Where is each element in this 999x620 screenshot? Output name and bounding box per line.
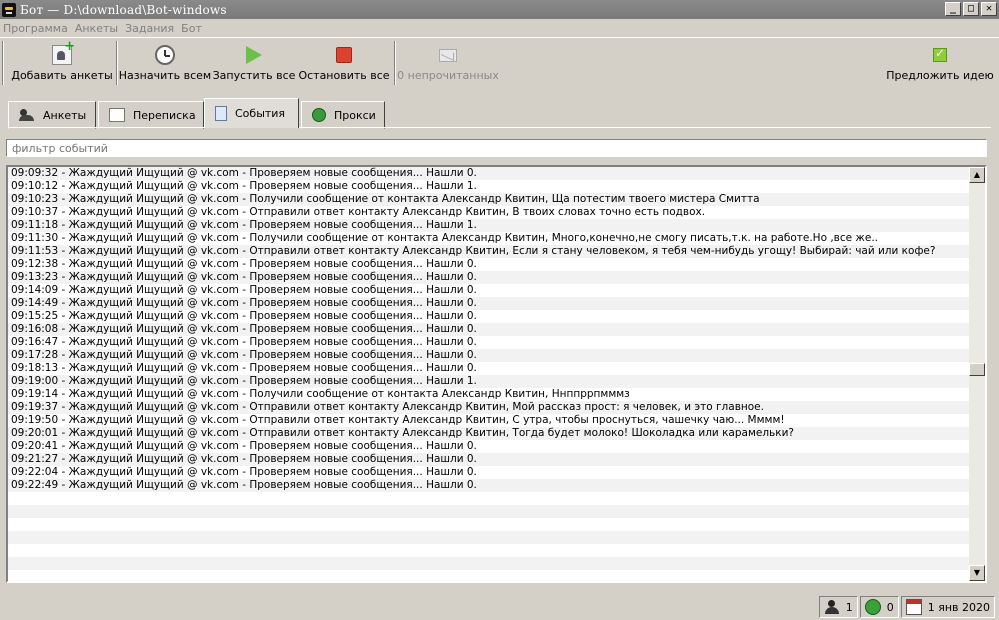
toolbar-separator: [116, 41, 118, 85]
log-row[interactable]: 09:22:49 - Жаждущий Ищущий @ vk.com - Пр…: [8, 479, 969, 492]
events-icon: [215, 106, 227, 121]
tab-profiles[interactable]: Анкеты: [8, 101, 96, 129]
tab-events-label: События: [235, 107, 286, 120]
log-row[interactable]: 09:21:27 - Жаждущий Ищущий @ vk.com - Пр…: [8, 453, 969, 466]
log-row[interactable]: 09:09:32 - Жаждущий Ищущий @ vk.com - Пр…: [8, 167, 969, 180]
log-row[interactable]: 09:14:09 - Жаждущий Ищущий @ vk.com - Пр…: [8, 284, 969, 297]
empty-log-row[interactable]: [8, 557, 969, 570]
empty-log-row[interactable]: [8, 505, 969, 518]
log-row[interactable]: 09:16:47 - Жаждущий Ищущий @ vk.com - Пр…: [8, 336, 969, 349]
calendar-icon: [905, 599, 922, 615]
tab-proxy-label: Прокси: [334, 108, 376, 122]
tab-profiles-label: Анкеты: [43, 108, 87, 122]
assign-all-button[interactable]: Назначить всем: [118, 42, 212, 84]
log-row[interactable]: 09:11:30 - Жаждущий Ищущий @ vk.com - По…: [8, 232, 969, 245]
empty-log-row[interactable]: [8, 518, 969, 531]
log-row[interactable]: 09:15:25 - Жаждущий Ищущий @ vk.com - Пр…: [8, 310, 969, 323]
app-icon: [2, 2, 16, 17]
add-profiles-label: Добавить анкеты: [11, 69, 113, 82]
log-row[interactable]: 09:10:23 - Жаждущий Ищущий @ vk.com - По…: [8, 193, 969, 206]
window-controls: _ □ ✕: [945, 2, 997, 16]
menu-program[interactable]: Программа: [2, 22, 73, 35]
status-proxy: 0: [859, 596, 899, 618]
assign-all-label: Назначить всем: [118, 69, 212, 82]
empty-log-row[interactable]: [8, 544, 969, 557]
suggest-idea-label: Предложить идею: [886, 69, 994, 82]
play-icon: [246, 46, 262, 64]
log-row[interactable]: 09:17:28 - Жаждущий Ищущий @ vk.com - Пр…: [8, 349, 969, 362]
chat-icon: [109, 108, 125, 122]
menu-bot[interactable]: Бот: [180, 22, 207, 35]
status-date: 1 янв 2020: [900, 596, 995, 618]
close-button[interactable]: ✕: [981, 2, 997, 16]
proxy-icon: [312, 108, 326, 122]
status-bar: 1 0 1 янв 2020: [818, 596, 995, 618]
scroll-up-button[interactable]: ▲: [969, 167, 985, 183]
event-filter-input[interactable]: [6, 139, 987, 157]
tab-events[interactable]: События: [204, 98, 299, 128]
tab-divider: [8, 127, 991, 128]
log-row[interactable]: 09:16:08 - Жаждущий Ищущий @ vk.com - Пр…: [8, 323, 969, 336]
menu-bar: Программа Анкеты Задания Бот: [0, 19, 999, 37]
clock-icon: [155, 45, 175, 65]
log-row[interactable]: 09:12:38 - Жаждущий Ищущий @ vk.com - Пр…: [8, 258, 969, 271]
empty-log-row[interactable]: [8, 570, 969, 581]
proxy-count: 0: [886, 600, 894, 614]
log-row[interactable]: 09:18:13 - Жаждущий Ищущий @ vk.com - Пр…: [8, 362, 969, 375]
checkmark-icon: [933, 46, 947, 62]
users-count: 1: [845, 600, 853, 614]
toolbar-separator: [2, 41, 4, 85]
start-all-button[interactable]: Запустить все: [212, 42, 296, 84]
empty-log-row[interactable]: [8, 531, 969, 544]
tab-proxy[interactable]: Прокси: [301, 101, 385, 129]
menu-tasks[interactable]: Задания: [124, 22, 179, 35]
maximize-button[interactable]: □: [963, 2, 979, 16]
scroll-down-button[interactable]: ▼: [969, 565, 985, 581]
status-users: 1: [818, 596, 858, 618]
log-row[interactable]: 09:11:53 - Жаждущий Ищущий @ vk.com - От…: [8, 245, 969, 258]
log-row[interactable]: 09:19:37 - Жаждущий Ищущий @ vk.com - От…: [8, 401, 969, 414]
add-profiles-button[interactable]: Добавить анкеты: [11, 39, 113, 84]
menu-profiles[interactable]: Анкеты: [74, 22, 123, 35]
toolbar: Добавить анкеты Назначить всем Запустить…: [0, 37, 999, 87]
tab-chat-label: Переписка: [133, 108, 196, 122]
unread-label: 0 непрочитанных: [397, 69, 499, 82]
event-log: 09:09:32 - Жаждущий Ищущий @ vk.com - Пр…: [6, 165, 987, 583]
empty-log-row[interactable]: [8, 492, 969, 505]
log-row[interactable]: 09:13:23 - Жаждущий Ищущий @ vk.com - Пр…: [8, 271, 969, 284]
event-log-list: 09:09:32 - Жаждущий Ищущий @ vk.com - Пр…: [8, 167, 969, 581]
scroll-thumb[interactable]: [969, 363, 985, 376]
user-icon: [824, 599, 840, 615]
log-row[interactable]: 09:19:50 - Жаждущий Ищущий @ vk.com - От…: [8, 414, 969, 427]
window-title: Бот — D:\download\Bot-windows: [20, 2, 227, 17]
log-row[interactable]: 09:10:37 - Жаждущий Ищущий @ vk.com - От…: [8, 206, 969, 219]
title-bar: Бот — D:\download\Bot-windows _ □ ✕: [0, 0, 999, 19]
log-row[interactable]: 09:20:41 - Жаждущий Ищущий @ vk.com - Пр…: [8, 440, 969, 453]
log-row[interactable]: 09:10:12 - Жаждущий Ищущий @ vk.com - Пр…: [8, 180, 969, 193]
log-row[interactable]: 09:14:49 - Жаждущий Ищущий @ vk.com - Пр…: [8, 297, 969, 310]
suggest-idea-button[interactable]: Предложить идею: [886, 42, 994, 84]
log-row[interactable]: 09:11:18 - Жаждущий Ищущий @ vk.com - Пр…: [8, 219, 969, 232]
mail-icon: [439, 49, 457, 62]
users-icon: [19, 108, 35, 122]
add-profile-icon: [52, 39, 75, 65]
log-row[interactable]: 09:20:01 - Жаждущий Ищущий @ vk.com - От…: [8, 427, 969, 440]
unread-button[interactable]: 0 непрочитанных: [397, 42, 499, 84]
tab-chat[interactable]: Переписка: [98, 101, 204, 129]
log-row[interactable]: 09:19:00 - Жаждущий Ищущий @ vk.com - Пр…: [8, 375, 969, 388]
start-all-label: Запустить все: [212, 69, 296, 82]
minimize-button[interactable]: _: [945, 2, 961, 16]
current-date: 1 янв 2020: [927, 600, 990, 614]
log-row[interactable]: 09:22:04 - Жаждущий Ищущий @ vk.com - Пр…: [8, 466, 969, 479]
stop-icon: [336, 47, 352, 63]
stop-all-button[interactable]: Остановить все: [298, 42, 390, 84]
stop-all-label: Остановить все: [298, 69, 390, 82]
log-row[interactable]: 09:19:14 - Жаждущий Ищущий @ vk.com - По…: [8, 388, 969, 401]
toolbar-separator: [394, 41, 396, 85]
vertical-scrollbar[interactable]: ▲ ▼: [969, 167, 985, 581]
globe-icon: [864, 599, 881, 615]
